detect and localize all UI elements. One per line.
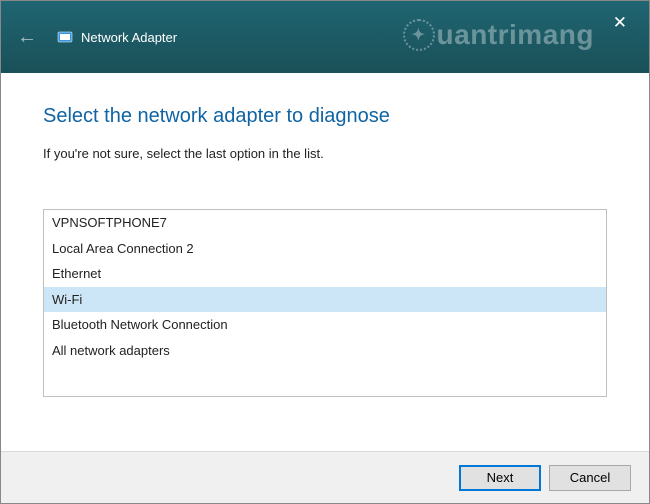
back-arrow-icon[interactable]: ←: [17, 26, 37, 49]
list-item[interactable]: Bluetooth Network Connection: [44, 312, 606, 338]
network-adapter-icon: [57, 29, 73, 45]
bulb-icon: ✦: [403, 19, 435, 51]
watermark-text: uantrimang: [437, 19, 594, 51]
list-item[interactable]: VPNSOFTPHONE7: [44, 210, 606, 236]
close-icon[interactable]: ✕: [605, 11, 635, 35]
button-bar: Next Cancel: [1, 451, 649, 503]
list-item[interactable]: Ethernet: [44, 261, 606, 287]
adapter-listbox[interactable]: VPNSOFTPHONE7 Local Area Connection 2 Et…: [43, 209, 607, 397]
next-button[interactable]: Next: [459, 465, 541, 491]
page-subtext: If you're not sure, select the last opti…: [43, 146, 607, 161]
content-area: Select the network adapter to diagnose I…: [1, 73, 649, 451]
troubleshooter-window: ← Network Adapter ✕ ✦ uantrimang Select …: [0, 0, 650, 504]
titlebar: ← Network Adapter ✕ ✦ uantrimang: [1, 1, 649, 73]
window-title: Network Adapter: [81, 30, 177, 45]
list-item[interactable]: Local Area Connection 2: [44, 236, 606, 262]
list-item[interactable]: All network adapters: [44, 338, 606, 364]
page-heading: Select the network adapter to diagnose: [43, 105, 607, 128]
cancel-button[interactable]: Cancel: [549, 465, 631, 491]
list-item[interactable]: Wi-Fi: [44, 287, 606, 313]
watermark: ✦ uantrimang: [403, 19, 594, 51]
